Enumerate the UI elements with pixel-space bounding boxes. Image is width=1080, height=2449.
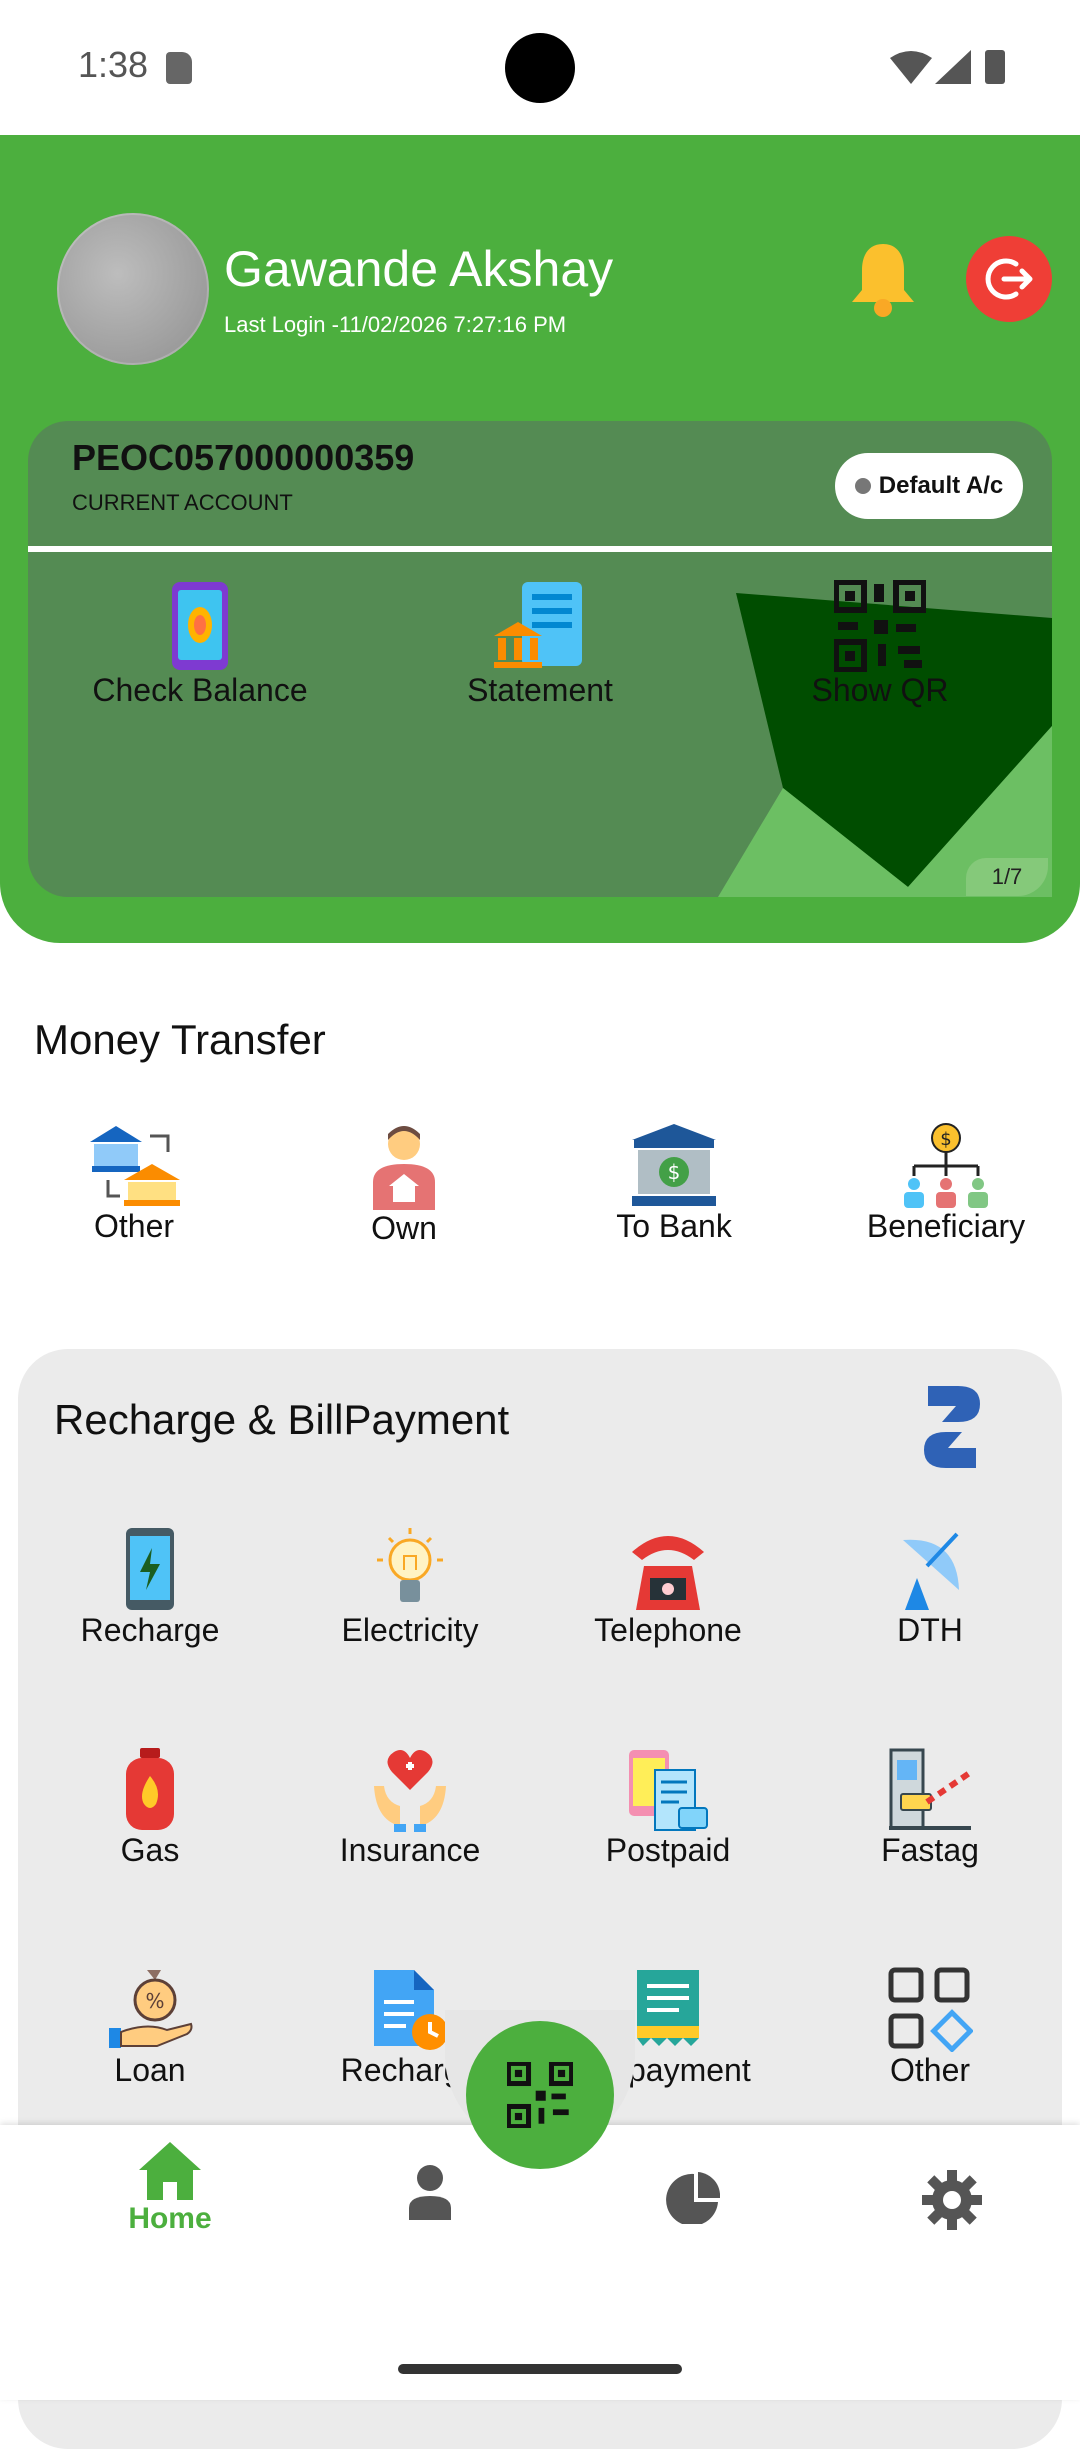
avatar[interactable] [57,213,209,365]
account-number: PEOC057000000359 [72,437,415,478]
fastag-button[interactable]: Fastag [840,1746,1020,1869]
gas-button[interactable]: Gas [60,1746,240,1869]
qr-scan-icon [507,2062,573,2128]
person-icon [409,2165,451,2220]
insurance-button[interactable]: Insurance [320,1746,500,1869]
bank-transfer-icon [90,1126,180,1206]
camera-cutout [505,33,575,103]
gas-label: Gas [120,1832,180,1868]
recharge-bill-title: Recharge & BillPayment [54,1396,510,1443]
svg-text:$: $ [668,1160,681,1184]
show-qr-label: Show QR [811,672,949,708]
nav-analytics[interactable] [652,2172,732,2224]
statement-label: Statement [467,672,613,708]
loan-button[interactable]: % Loan [60,1966,240,2089]
more-apps-icon [888,1967,973,2052]
telephone-label: Telephone [594,1612,742,1648]
bell-icon[interactable] [848,240,918,318]
telephone-icon [632,1536,704,1610]
last-login-text: Last Login -11/02/2026 7:27:16 PM [224,312,567,337]
default-account-badge[interactable]: Default A/c [835,453,1023,519]
money-transfer-title: Money Transfer [34,1016,326,1063]
recharge-label: Recharge [80,1612,220,1648]
insurance-label: Insurance [339,1832,481,1868]
statement-icon [494,582,582,668]
recharge-history-icon [374,1970,448,2050]
recharge-button[interactable]: Recharge [60,1526,240,1649]
transfer-beneficiary-button[interactable]: $ Beneficiary [856,1122,1036,1245]
svg-text:$: $ [940,1129,951,1150]
transfer-own-label: Own [371,1210,437,1246]
wifi-icon [890,51,932,84]
bulb-icon [377,1528,443,1602]
postpaid-button[interactable]: Postpaid [578,1746,758,1869]
transfer-to-bank-button[interactable]: $ To Bank [584,1122,764,1245]
qr-code-icon [834,580,926,672]
logout-icon [985,258,1033,300]
other-services-button[interactable]: Other [840,1966,1020,2089]
gas-cylinder-icon [126,1748,174,1830]
dth-button[interactable]: DTH [840,1526,1020,1649]
postpaid-label: Postpaid [605,1832,731,1868]
account-type: CURRENT ACCOUNT [72,490,293,515]
show-qr-button[interactable]: Show QR [740,580,1020,709]
pie-chart-icon [666,2172,720,2224]
user-name: Gawande Akshay [224,241,614,297]
satellite-dish-icon [903,1532,959,1610]
transfer-own-button[interactable]: Own [314,1122,494,1247]
own-account-icon [373,1126,435,1210]
status-time: 1:38 [78,44,149,85]
card-divider [28,546,1052,552]
default-badge-label: Default A/c [878,472,1004,499]
beneficiary-icon: $ [904,1123,988,1208]
postpaid-bill-icon [629,1750,708,1831]
battery-icon [985,50,1005,84]
check-balance-label: Check Balance [92,672,308,708]
bharat-billpay-logo [924,1386,980,1468]
mobile-recharge-icon [126,1528,174,1610]
nav-home[interactable]: Home [110,2140,230,2236]
telephone-button[interactable]: Telephone [578,1526,758,1649]
electricity-label: Electricity [341,1612,479,1648]
fastag-label: Fastag [881,1832,979,1868]
nav-home-label: Home [128,2202,212,2235]
home-icon [139,2142,201,2200]
electricity-button[interactable]: Electricity [320,1526,500,1649]
insurance-heart-icon [374,1750,446,1832]
svg-text:%: % [145,1989,164,2013]
nav-profile[interactable] [390,2164,470,2220]
logout-button[interactable] [966,236,1052,322]
phone-balance-icon [172,582,228,670]
other-services-label: Other [889,2052,971,2088]
toll-gate-icon [889,1748,973,1830]
dth-label: DTH [897,1612,963,1648]
transfer-beneficiary-label: Beneficiary [866,1208,1026,1244]
sd-card-icon [166,52,192,84]
transfer-other-button[interactable]: Other [44,1122,224,1245]
check-balance-button[interactable]: Check Balance [60,580,340,709]
signal-icon [935,50,971,84]
scan-qr-fab[interactable] [466,2021,614,2169]
gear-icon [922,2170,982,2230]
gesture-home-bar [398,2364,682,2374]
nav-settings[interactable] [912,2168,992,2232]
loan-money-bag-icon: % [109,1970,193,2048]
transfer-to-bank-label: To Bank [616,1208,732,1244]
bill-receipt-icon [637,1970,699,2046]
transfer-other-label: Other [93,1208,175,1244]
default-dot-icon [854,478,871,494]
statement-button[interactable]: Statement [400,580,680,709]
bank-building-icon: $ [632,1124,716,1206]
loan-label: Loan [114,2052,186,2088]
